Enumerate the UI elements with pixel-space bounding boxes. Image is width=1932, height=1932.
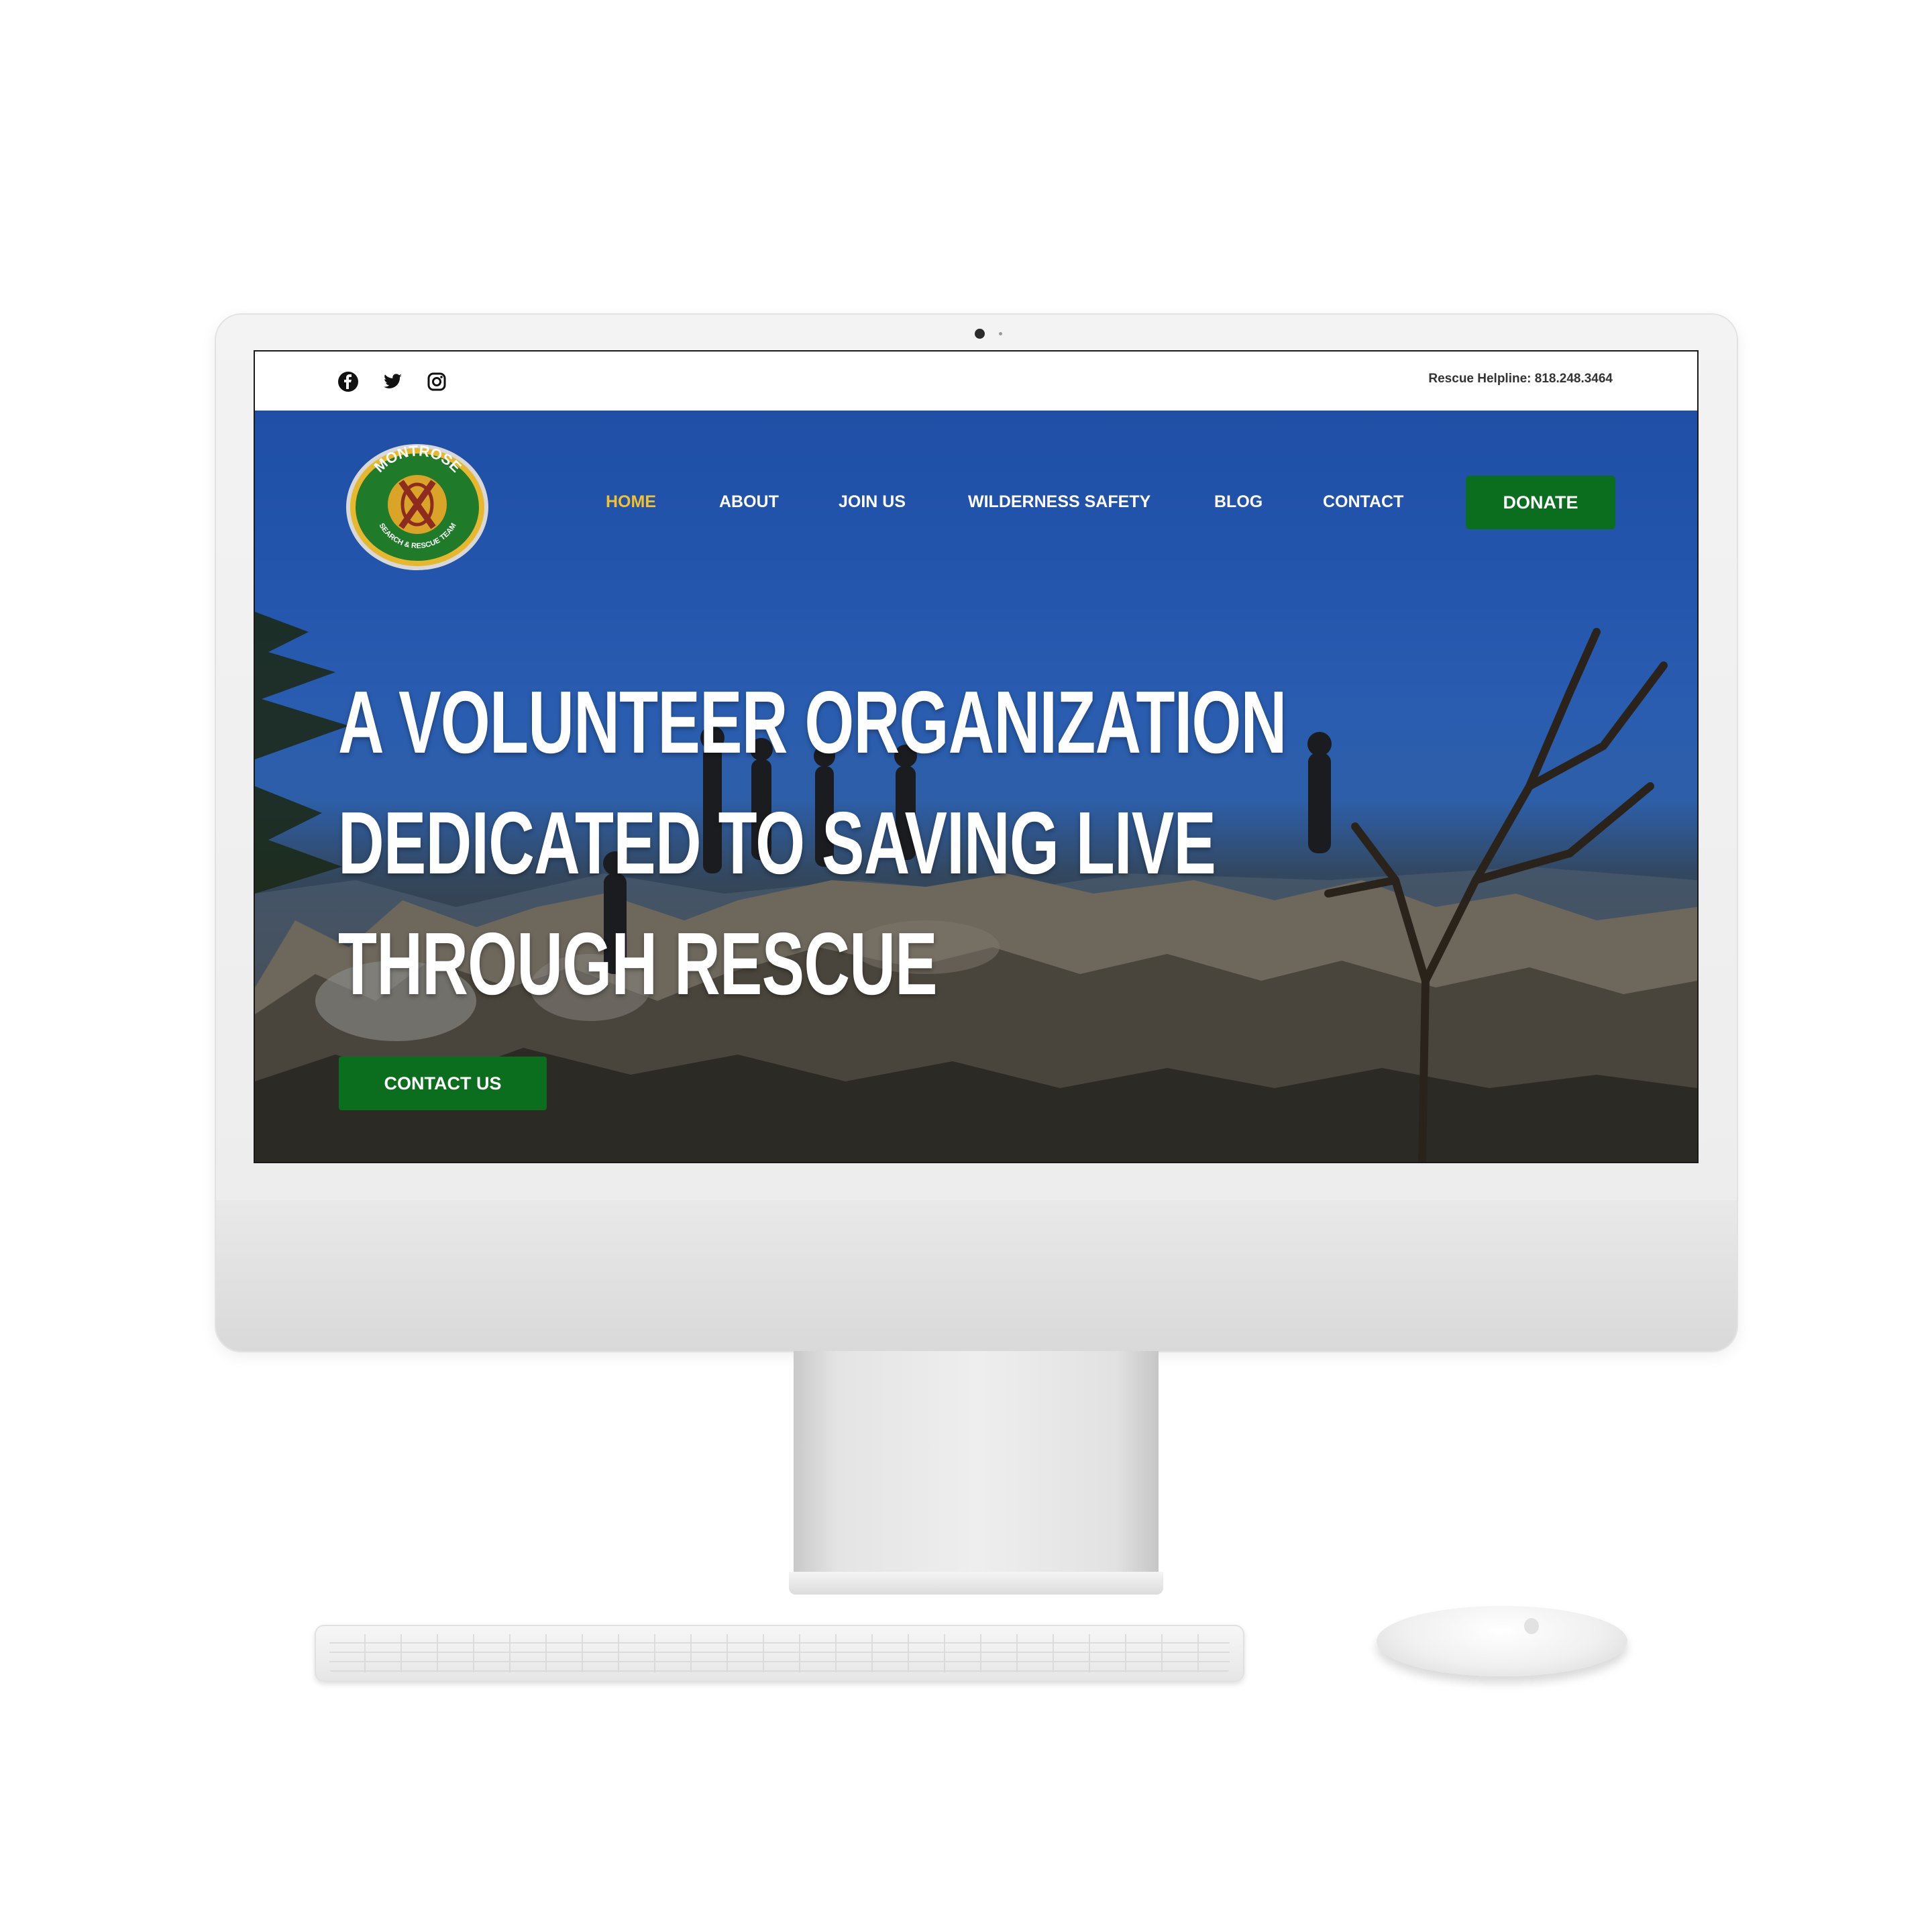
headline-line-1: A VOLUNTEER ORGANIZATION (338, 673, 1287, 771)
mouse (1377, 1606, 1627, 1676)
camera-icon (975, 329, 985, 339)
nav-about[interactable]: ABOUT (719, 492, 779, 512)
donate-button[interactable]: DONATE (1466, 476, 1615, 529)
contact-us-button[interactable]: CONTACT US (339, 1057, 547, 1110)
nav-join-us[interactable]: JOIN US (839, 492, 906, 512)
nav-home[interactable]: HOME (606, 492, 656, 512)
nav-blog[interactable]: BLOG (1214, 492, 1263, 512)
mouse-logo-icon (1524, 1618, 1539, 1634)
monitor-stand (794, 1351, 1159, 1582)
keyboard-keys (329, 1634, 1230, 1672)
imac-monitor: Rescue Helpline: 818.248.3464 MONTROSE S… (216, 315, 1737, 1351)
camera-led (999, 332, 1002, 335)
instagram-icon[interactable] (426, 371, 447, 392)
top-bar: Rescue Helpline: 818.248.3464 (255, 352, 1697, 411)
headline-line-2: DEDICATED TO SAVING LIVE (338, 794, 1216, 892)
rescue-helpline: Rescue Helpline: 818.248.3464 (1428, 372, 1613, 386)
nav-contact[interactable]: CONTACT (1323, 492, 1403, 512)
nav-wilderness-safety[interactable]: WILDERNESS SAFETY (968, 492, 1150, 512)
monitor-stand-foot (789, 1572, 1163, 1595)
montrose-logo[interactable]: MONTROSE SEARCH & RESCUE TEAM (342, 437, 493, 572)
monitor-chin (216, 1200, 1737, 1351)
hero-headline: A VOLUNTEER ORGANIZATION DEDICATED TO SA… (338, 662, 1287, 1024)
headline-line-3: THROUGH RESCUE (338, 914, 938, 1013)
facebook-icon[interactable] (337, 371, 359, 392)
keyboard (315, 1625, 1244, 1682)
browser-screen: Rescue Helpline: 818.248.3464 MONTROSE S… (255, 352, 1697, 1162)
twitter-icon[interactable] (382, 371, 403, 392)
hero-section: MONTROSE SEARCH & RESCUE TEAM HOME ABOUT… (255, 411, 1697, 1162)
